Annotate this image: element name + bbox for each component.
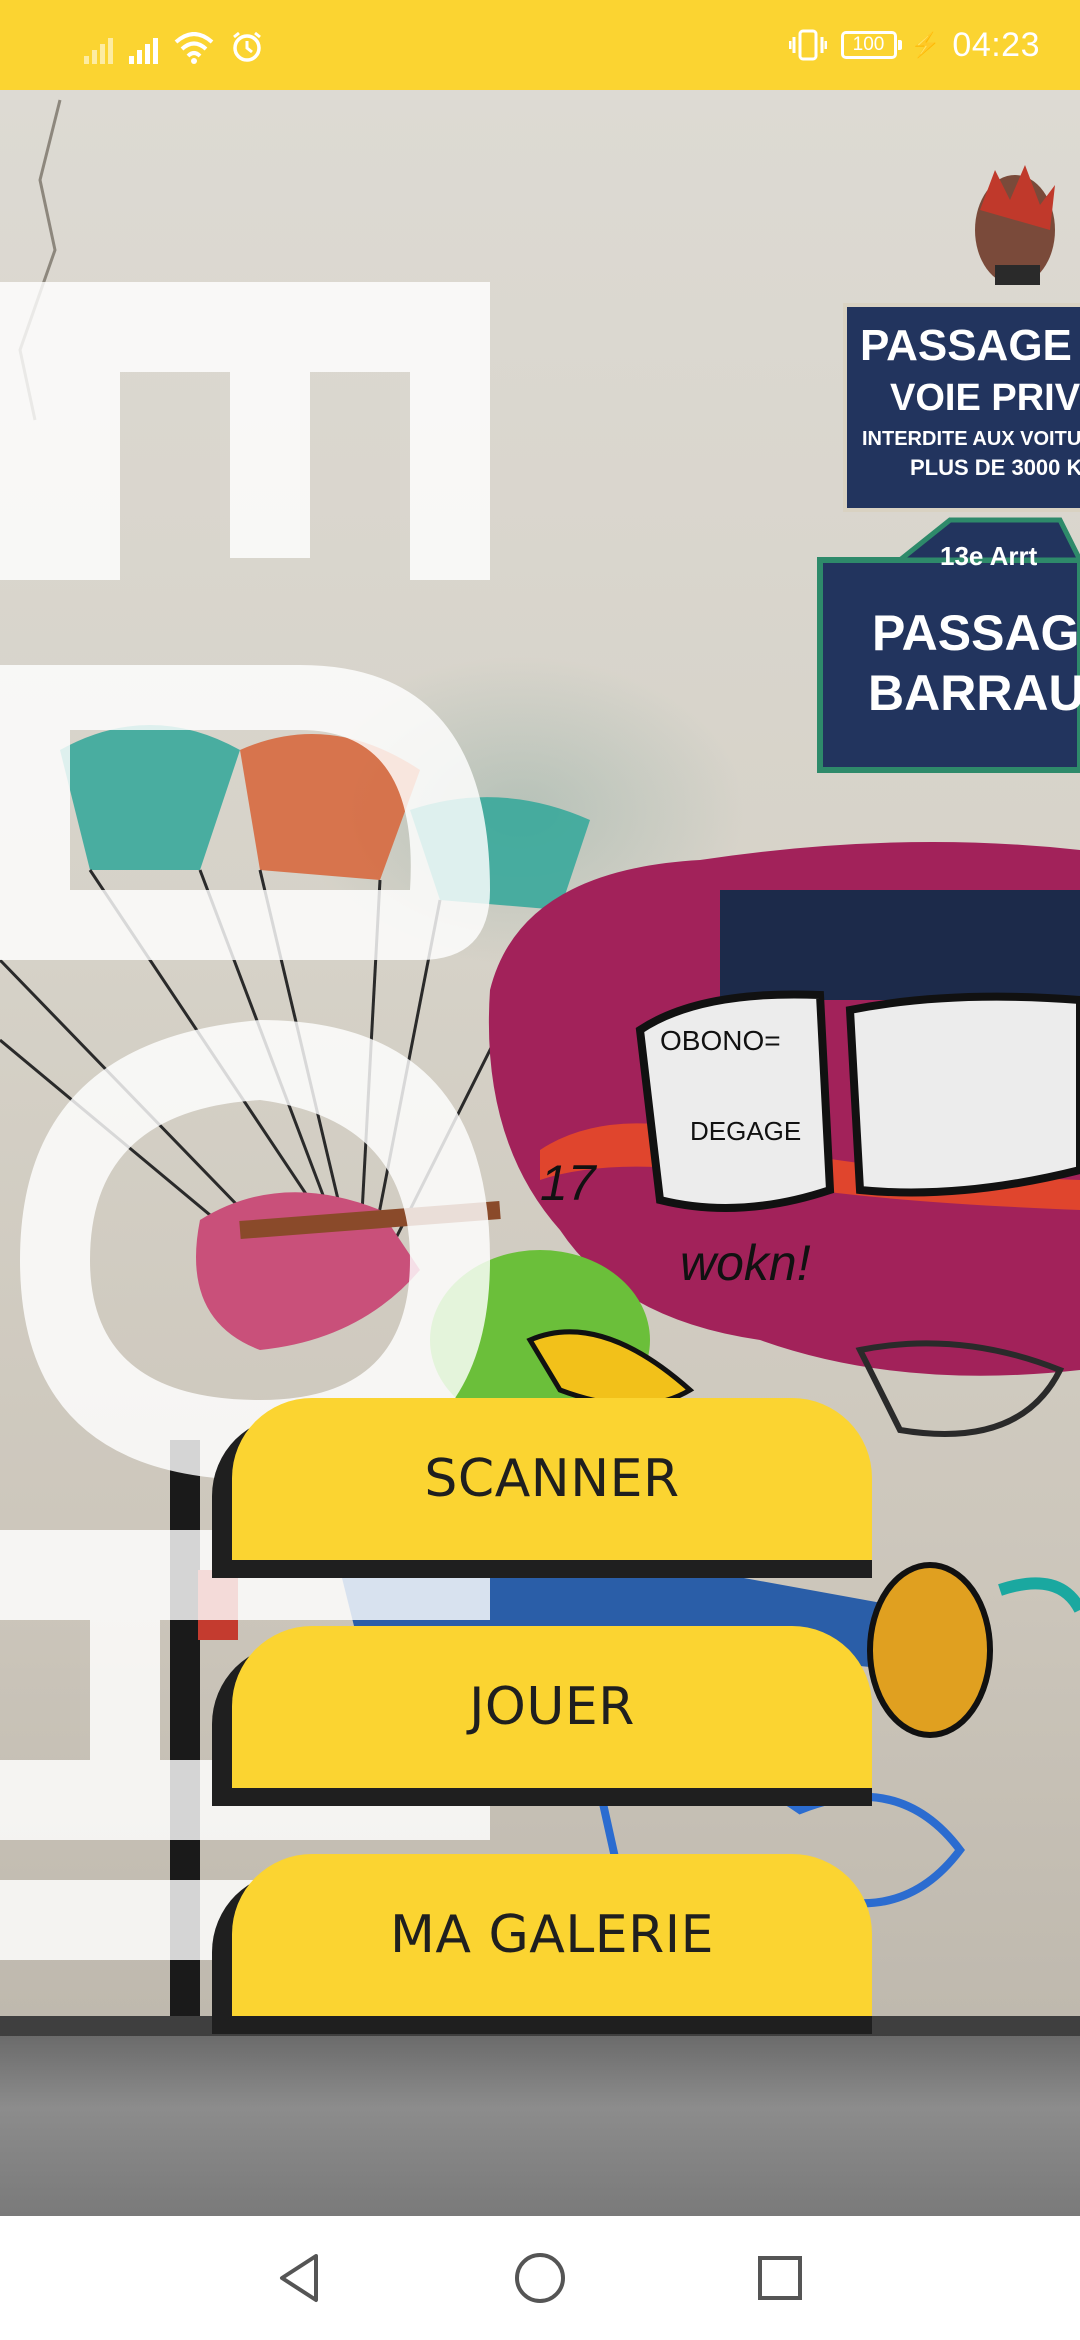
play-button-face[interactable]: JOUER <box>232 1626 872 1788</box>
status-bar: 100 ⚡ 04:23 <box>0 0 1080 90</box>
back-icon <box>280 2254 318 2302</box>
battery-icon: 100 <box>840 31 902 59</box>
home-button[interactable] <box>500 2238 580 2318</box>
charging-icon: ⚡ <box>910 31 941 59</box>
svg-text:17: 17 <box>540 1155 598 1211</box>
svg-text:PASSAGE BA: PASSAGE BA <box>860 321 1080 370</box>
home-icon <box>515 2253 565 2303</box>
wifi-icon <box>174 32 214 64</box>
svg-text:OBONO=: OBONO= <box>660 1025 781 1056</box>
signal-sim1-icon <box>84 34 113 64</box>
play-button[interactable]: JOUER <box>212 1626 872 1806</box>
svg-text:wokn!: wokn! <box>680 1235 811 1291</box>
scanner-button[interactable]: SCANNER <box>212 1398 872 1578</box>
scanner-button-label: SCANNER <box>424 1449 680 1509</box>
app-screen: PASSAGE BA VOIE PRIV INTERDITE AUX VOITU… <box>0 0 1080 2340</box>
status-right-icons: 100 ⚡ 04:23 <box>788 20 1040 70</box>
gallery-button-label: MA GALERIE <box>390 1905 714 1965</box>
navigation-bar <box>0 2216 1080 2340</box>
svg-text:VOIE PRIV: VOIE PRIV <box>890 377 1080 419</box>
vibrate-icon <box>788 29 827 61</box>
status-left-icons <box>84 24 264 64</box>
recents-button[interactable] <box>740 2238 820 2318</box>
back-button[interactable] <box>260 2238 340 2318</box>
svg-text:BARRAUL: BARRAUL <box>868 665 1080 721</box>
svg-text:13e Arrt: 13e Arrt <box>940 541 1038 571</box>
svg-text:INTERDITE AUX VOITURES: INTERDITE AUX VOITURES <box>862 428 1080 450</box>
svg-text:DEGAGE: DEGAGE <box>690 1116 801 1146</box>
svg-text:PASSAG: PASSAG <box>872 605 1079 661</box>
status-time: 04:23 <box>952 25 1040 64</box>
signal-sim2-icon <box>129 34 158 64</box>
gallery-button-face[interactable]: MA GALERIE <box>232 1854 872 2016</box>
svg-text:PLUS DE 3000 K: PLUS DE 3000 K <box>910 455 1080 480</box>
scanner-button-face[interactable]: SCANNER <box>232 1398 872 1560</box>
recents-icon <box>758 2256 802 2300</box>
alarm-icon <box>233 31 261 62</box>
gallery-button[interactable]: MA GALERIE <box>212 1854 872 2034</box>
play-button-label: JOUER <box>469 1677 635 1737</box>
sidewalk <box>0 2036 1080 2216</box>
